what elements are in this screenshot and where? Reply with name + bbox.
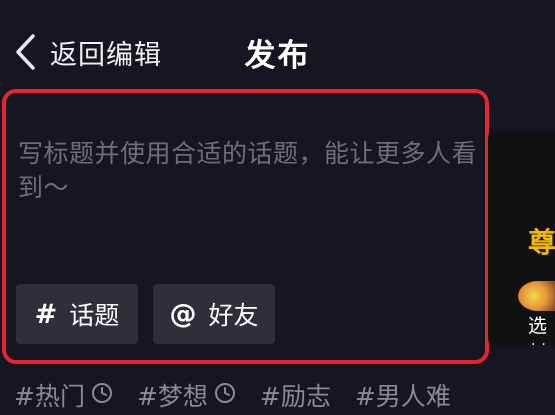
- tag-item[interactable]: #励志: [260, 375, 331, 415]
- page-title: 发布: [244, 38, 311, 74]
- tag-item[interactable]: #男人难: [355, 375, 451, 415]
- clock-icon: [91, 381, 113, 410]
- clock-icon: [214, 381, 236, 410]
- caption-input[interactable]: 写标题并使用合适的话题，能让更多人看到～: [18, 137, 478, 205]
- hashtag-icon: #: [34, 298, 58, 330]
- cover-image: [518, 281, 555, 311]
- select-cover-label: 选封: [528, 315, 548, 345]
- header-bar: 返回编辑 发布: [0, 0, 555, 100]
- friend-label: 好友: [208, 301, 259, 330]
- tag-label: #男人难: [354, 382, 451, 411]
- tag-label: #热门: [14, 382, 85, 411]
- mention-friend-button[interactable]: @ 好友: [153, 284, 275, 344]
- cover-title-text: 尊: [528, 226, 555, 259]
- tag-item[interactable]: #梦想: [137, 375, 236, 415]
- at-icon: @: [169, 298, 197, 330]
- tag-item[interactable]: #热门: [14, 375, 113, 415]
- cover-thumbnail[interactable]: 尊 选封: [488, 131, 555, 345]
- hashtag-suggestions: #热门 #梦想 #励志 #男人难: [14, 375, 475, 415]
- caption-editor[interactable]: 写标题并使用合适的话题，能让更多人看到～ # 话题 @ 好友: [2, 89, 489, 364]
- topic-label: 话题: [69, 301, 120, 330]
- tag-label: #梦想: [136, 382, 208, 411]
- add-topic-button[interactable]: # 话题: [16, 284, 138, 344]
- tag-label: #励志: [259, 382, 331, 411]
